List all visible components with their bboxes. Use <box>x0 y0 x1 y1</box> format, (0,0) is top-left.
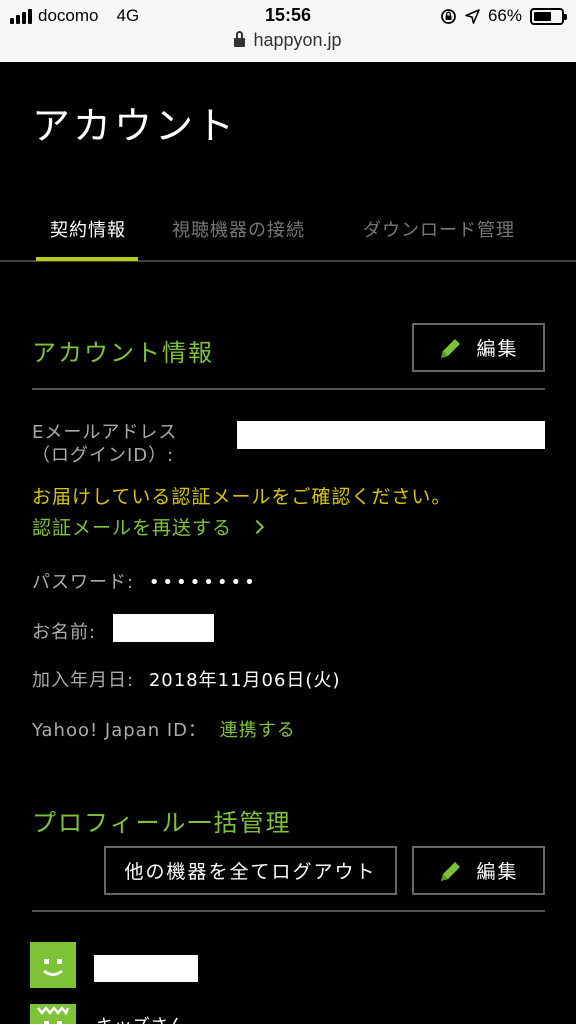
status-right: 66% <box>440 6 567 26</box>
battery-percent: 66% <box>487 6 522 25</box>
location-arrow-icon <box>465 8 480 24</box>
email-label-line1: Eメールアドレス <box>32 422 178 443</box>
email-label-line2: （ログインID）: <box>32 445 175 466</box>
resend-verification-link[interactable]: 認証メールを再送する <box>32 513 265 540</box>
divider <box>32 388 545 390</box>
divider <box>32 910 545 912</box>
kids-profile-avatar[interactable] <box>30 1004 76 1024</box>
kids-face-icon <box>37 1005 70 1024</box>
url-text: happyon.jp <box>253 30 342 50</box>
tab-download-management[interactable]: ダウンロード管理 <box>363 216 515 242</box>
pencil-icon <box>441 338 461 358</box>
chevron-right-icon <box>249 519 265 535</box>
account-edit-button[interactable]: 編集 <box>412 323 545 372</box>
battery-icon <box>530 7 567 25</box>
joined-value: 2018年11月06日(火) <box>148 670 341 691</box>
profile-management-heading: プロフィール一括管理 <box>32 809 292 837</box>
name-label: お名前: <box>32 622 97 643</box>
lock-icon <box>234 31 246 47</box>
logout-all-label: 他の機器を全てログアウト <box>124 861 377 883</box>
profile-name-redacted <box>94 955 198 982</box>
battery-fill <box>534 11 552 21</box>
yahoo-label: Yahoo! Japan ID： <box>32 720 208 741</box>
smiley-face-icon <box>43 959 63 976</box>
account-info-heading: アカウント情報 <box>32 339 214 367</box>
tab-contract-info[interactable]: 契約情報 <box>50 216 126 242</box>
profile-edit-label: 編集 <box>476 861 519 883</box>
email-label: Eメールアドレス （ログインID）: <box>32 421 177 467</box>
yahoo-row: Yahoo! Japan ID： 連携する <box>32 716 296 742</box>
profile-edit-button[interactable]: 編集 <box>412 846 545 895</box>
account-edit-label: 編集 <box>476 338 519 360</box>
tab-device-connection[interactable]: 視聴機器の接続 <box>172 216 305 242</box>
kids-profile-name: キッズさん <box>96 1012 186 1024</box>
resend-link-text: 認証メールを再送する <box>32 517 233 539</box>
verification-notice: お届けしている認証メールをご確認ください。 <box>32 486 452 508</box>
name-value-redacted <box>113 614 214 642</box>
yahoo-link[interactable]: 連携する <box>220 720 296 741</box>
joined-label: 加入年月日: <box>32 670 135 691</box>
logout-all-devices-button[interactable]: 他の機器を全てログアウト <box>104 846 397 895</box>
active-tab-indicator <box>36 257 138 261</box>
status-bar: docomo 4G 15:56 66% happyon.jp <box>0 0 576 62</box>
password-label: パスワード: <box>32 572 135 593</box>
password-value: •••••••• <box>148 572 258 593</box>
tab-bar: 契約情報 視聴機器の接続 ダウンロード管理 <box>0 210 576 262</box>
page-title: アカウント <box>32 104 238 148</box>
orientation-lock-icon <box>441 8 456 24</box>
password-row: パスワード: •••••••• <box>32 568 258 594</box>
joined-row: 加入年月日: 2018年11月06日(火) <box>32 666 340 692</box>
pencil-icon <box>441 861 461 881</box>
url-bar[interactable]: happyon.jp <box>0 30 576 51</box>
profile-avatar[interactable] <box>30 942 76 988</box>
email-value-redacted <box>237 421 545 449</box>
